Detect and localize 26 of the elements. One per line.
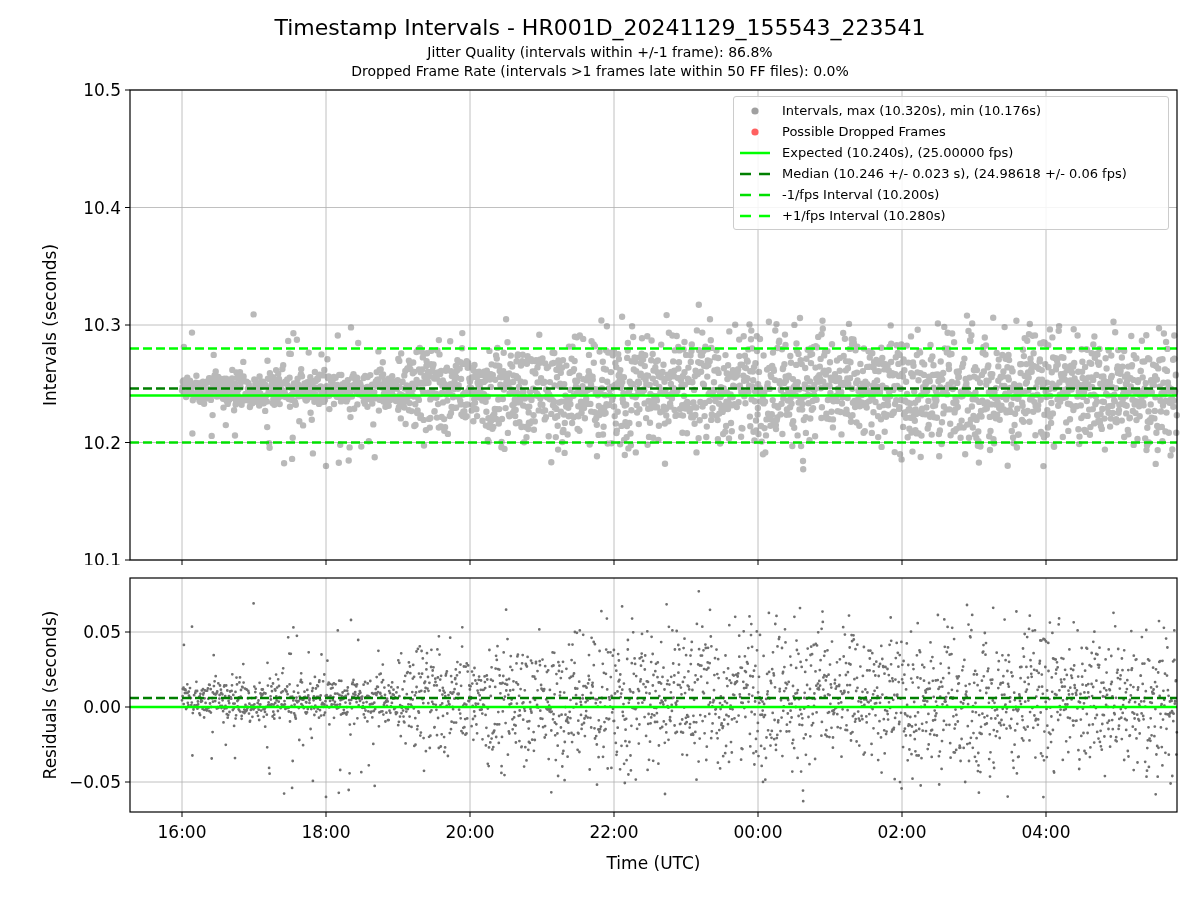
x-tick-label: 04:00 (1021, 822, 1071, 842)
legend-label: Intervals, max (10.320s), min (10.176s) (782, 103, 1041, 118)
y-tick-label: −0.05 (68, 772, 121, 792)
y-axis-label: Residuals (seconds) (40, 610, 60, 780)
legend-label: Expected (10.240s), (25.00000 fps) (782, 145, 1014, 160)
legend-label: Median (10.246 +/- 0.023 s), (24.98618 +/- 0.06 fps) (782, 166, 1127, 181)
x-tick-label: 22:00 (589, 822, 639, 842)
x-tick-label: 20:00 (445, 822, 495, 842)
chart-title: Timestamp Intervals - HR001D_20241129_155543_223541 (274, 14, 926, 43)
y-tick-label: 10.5 (83, 80, 121, 100)
y-tick-label: 10.2 (83, 432, 121, 453)
chart-subtitle: Dropped Frame Rate (intervals >1 frames late within 50 FF files): 0.0% (351, 62, 849, 81)
legend-label: +1/fps Interval (10.280s) (782, 208, 946, 223)
chart-subtitle: Jitter Quality (intervals within +/-1 frame): 86.8% (427, 43, 773, 62)
x-tick-label: 16:00 (157, 822, 207, 842)
x-axis-label: Time (UTC) (606, 853, 701, 873)
y-axis-label: Intervals (seconds) (40, 243, 60, 407)
y-tick-label: 0.00 (83, 697, 121, 717)
legend-label: Possible Dropped Frames (782, 124, 946, 139)
y-tick-label: 10.3 (83, 315, 121, 335)
legend-label: -1/fps Interval (10.200s) (782, 187, 940, 202)
y-tick-label: 0.05 (83, 622, 121, 642)
x-tick-label: 18:00 (301, 822, 351, 842)
x-tick-label: 00:00 (733, 822, 783, 842)
x-tick-label: 02:00 (877, 822, 927, 842)
y-tick-label: 10.4 (83, 197, 121, 218)
